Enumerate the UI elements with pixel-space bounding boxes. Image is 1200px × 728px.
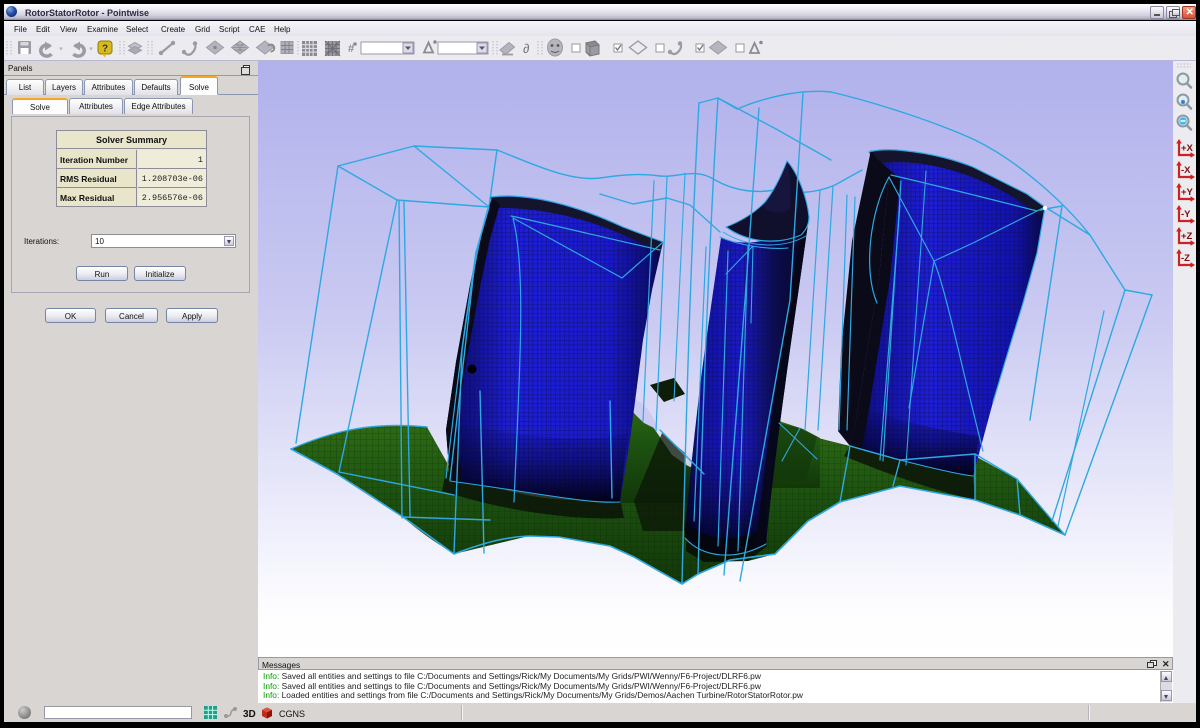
svg-text:+Z: +Z — [1181, 231, 1193, 242]
svg-text:+Y: +Y — [1181, 187, 1194, 198]
svg-text:#: # — [348, 43, 354, 55]
svg-text:?: ? — [102, 44, 108, 55]
svg-text:-X: -X — [1181, 165, 1191, 176]
svg-text:∂: ∂ — [523, 41, 529, 56]
svg-text:+X: +X — [1181, 143, 1194, 154]
svg-text:CGNS: CGNS — [279, 709, 305, 719]
svg-text:3D: 3D — [243, 709, 256, 720]
svg-text:-Z: -Z — [1181, 253, 1190, 264]
svg-text:-Y: -Y — [1181, 209, 1191, 220]
